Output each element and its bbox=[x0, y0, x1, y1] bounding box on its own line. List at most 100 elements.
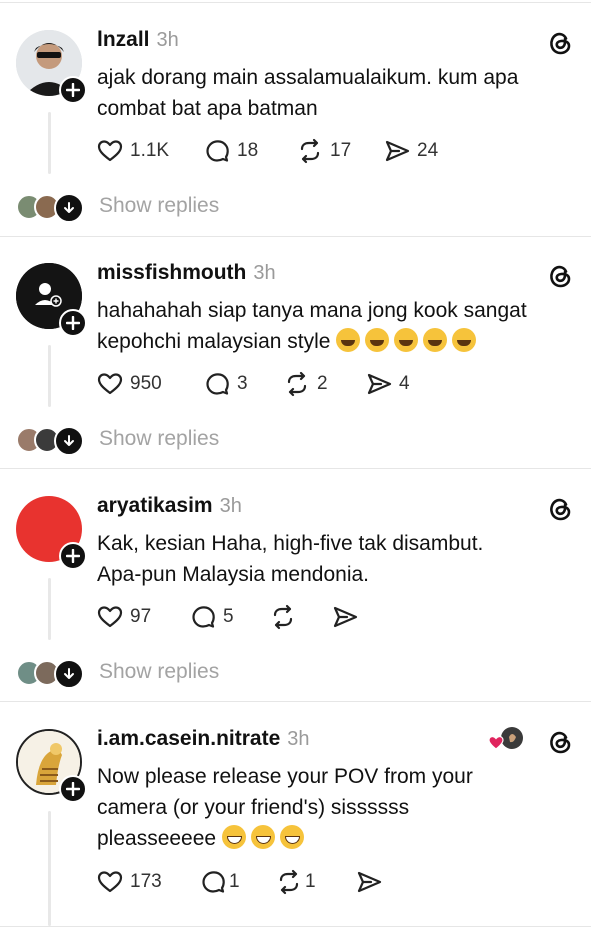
post-text: hahahahah siap tanya mana jong kook sang… bbox=[97, 295, 577, 357]
show-replies-link[interactable]: Show replies bbox=[99, 427, 219, 451]
show-replies-link[interactable]: Show replies bbox=[99, 660, 219, 684]
post-divider bbox=[0, 236, 591, 237]
send-icon bbox=[367, 373, 392, 395]
comment-button[interactable]: 1 bbox=[199, 867, 275, 897]
username[interactable]: i.am.casein.nitrate bbox=[97, 727, 280, 751]
repost-icon bbox=[300, 138, 320, 164]
comment-count: 18 bbox=[237, 140, 259, 161]
comment-button[interactable]: 3 bbox=[203, 369, 283, 399]
repost-button[interactable]: 17 bbox=[296, 136, 383, 166]
threads-logo-icon[interactable] bbox=[545, 494, 575, 524]
repost-icon bbox=[273, 604, 293, 630]
laughing-emoji-icon bbox=[452, 328, 477, 352]
send-icon bbox=[333, 606, 358, 628]
post-text-line: hahahahah siap tanya mana jong kook sang… bbox=[97, 299, 527, 322]
comment-button[interactable]: 18 bbox=[203, 136, 296, 166]
post-text-line: Apa-pun Malaysia mendonia. bbox=[97, 563, 369, 586]
comment-button[interactable]: 5 bbox=[189, 602, 269, 632]
timestamp: 3h bbox=[253, 262, 276, 284]
share-button[interactable] bbox=[331, 602, 365, 632]
arrow-down-icon bbox=[54, 659, 84, 689]
threads-logo-icon[interactable] bbox=[545, 28, 575, 58]
like-count: 950 bbox=[130, 373, 162, 394]
post-text-line: combat bat apa batman bbox=[97, 97, 318, 120]
post-text-line-with-emoji: kepohchi malaysian style bbox=[97, 326, 577, 357]
laughing-emoji-icon bbox=[423, 328, 448, 352]
comment-icon bbox=[192, 606, 215, 628]
heart-icon bbox=[97, 606, 123, 628]
like-count: 173 bbox=[130, 871, 162, 892]
arrow-down-icon bbox=[54, 426, 84, 456]
heart-icon bbox=[97, 373, 123, 395]
share-button[interactable]: 24 bbox=[383, 136, 438, 166]
post-divider bbox=[0, 701, 591, 702]
reply-avatars bbox=[16, 192, 86, 223]
post-text-line: pleasseeeee bbox=[97, 827, 217, 850]
comment-icon bbox=[206, 373, 229, 395]
username[interactable]: lnzall bbox=[97, 28, 150, 52]
thread-line bbox=[48, 578, 51, 640]
follow-plus-icon[interactable] bbox=[59, 76, 87, 104]
like-count: 97 bbox=[130, 606, 152, 627]
thread-line bbox=[48, 345, 51, 407]
post: i.am.casein.nitrate 3h Now please releas… bbox=[0, 727, 591, 926]
repost-count: 2 bbox=[317, 373, 328, 394]
follow-plus-icon[interactable] bbox=[59, 775, 87, 803]
post-text-line: ajak dorang main assalamualaikum. kum ap… bbox=[97, 66, 519, 89]
post: missfishmouth 3h hahahahah siap tanya ma… bbox=[0, 261, 591, 463]
grinning-emoji-icon bbox=[250, 825, 275, 849]
post-text-line: Kak, kesian Haha, high-five tak disambut… bbox=[97, 532, 484, 555]
post-text-line: kepohchi malaysian style bbox=[97, 330, 331, 353]
username[interactable]: missfishmouth bbox=[97, 261, 246, 285]
thread-line bbox=[48, 811, 51, 926]
reply-avatars bbox=[16, 658, 86, 689]
username[interactable]: aryatikasim bbox=[97, 494, 213, 518]
author-liked-badge bbox=[488, 727, 523, 750]
reply-avatars bbox=[16, 425, 86, 456]
share-button[interactable] bbox=[355, 867, 389, 897]
post-text-line: Now please release your POV from your bbox=[97, 765, 473, 788]
follow-plus-icon[interactable] bbox=[59, 309, 87, 337]
post-text-line: camera (or your friend's) sissssss bbox=[97, 796, 410, 819]
show-replies-link[interactable]: Show replies bbox=[99, 194, 219, 218]
top-divider bbox=[0, 2, 591, 3]
repost-icon bbox=[287, 371, 307, 397]
like-button[interactable]: 173 bbox=[96, 867, 199, 897]
laughing-emoji-icon bbox=[336, 328, 361, 352]
heart-icon bbox=[97, 871, 123, 893]
post-text: ajak dorang main assalamualaikum. kum ap… bbox=[97, 62, 577, 124]
comment-count: 5 bbox=[223, 606, 234, 627]
send-icon bbox=[385, 140, 410, 162]
grinning-emoji-icon bbox=[279, 825, 304, 849]
comment-count: 1 bbox=[229, 871, 240, 892]
threads-logo-icon[interactable] bbox=[545, 261, 575, 291]
like-button[interactable]: 1.1K bbox=[96, 136, 203, 166]
arrow-down-icon bbox=[54, 193, 84, 223]
repost-button[interactable]: 2 bbox=[283, 369, 365, 399]
grinning-emoji-icon bbox=[221, 825, 246, 849]
repost-button[interactable]: 1 bbox=[275, 867, 355, 897]
follow-plus-icon[interactable] bbox=[59, 542, 87, 570]
like-button[interactable]: 950 bbox=[96, 369, 203, 399]
post-text: Now please release your POV from your ca… bbox=[97, 761, 577, 854]
post-text: Kak, kesian Haha, high-five tak disambut… bbox=[97, 528, 577, 590]
like-button[interactable]: 97 bbox=[96, 602, 189, 632]
share-button[interactable]: 4 bbox=[365, 369, 410, 399]
repost-count: 17 bbox=[330, 140, 352, 161]
threads-logo-icon[interactable] bbox=[545, 727, 575, 757]
heart-icon bbox=[97, 140, 123, 162]
comment-count: 3 bbox=[237, 373, 248, 394]
bottom-divider bbox=[0, 926, 591, 927]
post: aryatikasim 3h Kak, kesian Haha, high-fi… bbox=[0, 494, 591, 696]
timestamp: 3h bbox=[156, 29, 179, 51]
laughing-emoji-icon bbox=[365, 328, 390, 352]
post-text-line-with-emoji: pleasseeeee bbox=[97, 823, 577, 854]
share-count: 24 bbox=[417, 140, 439, 161]
thread-line bbox=[48, 112, 51, 174]
repost-button[interactable] bbox=[269, 602, 331, 632]
repost-count: 1 bbox=[305, 871, 316, 892]
like-count: 1.1K bbox=[130, 140, 170, 161]
post-divider bbox=[0, 468, 591, 469]
repost-icon bbox=[279, 869, 299, 895]
timestamp: 3h bbox=[219, 495, 242, 517]
